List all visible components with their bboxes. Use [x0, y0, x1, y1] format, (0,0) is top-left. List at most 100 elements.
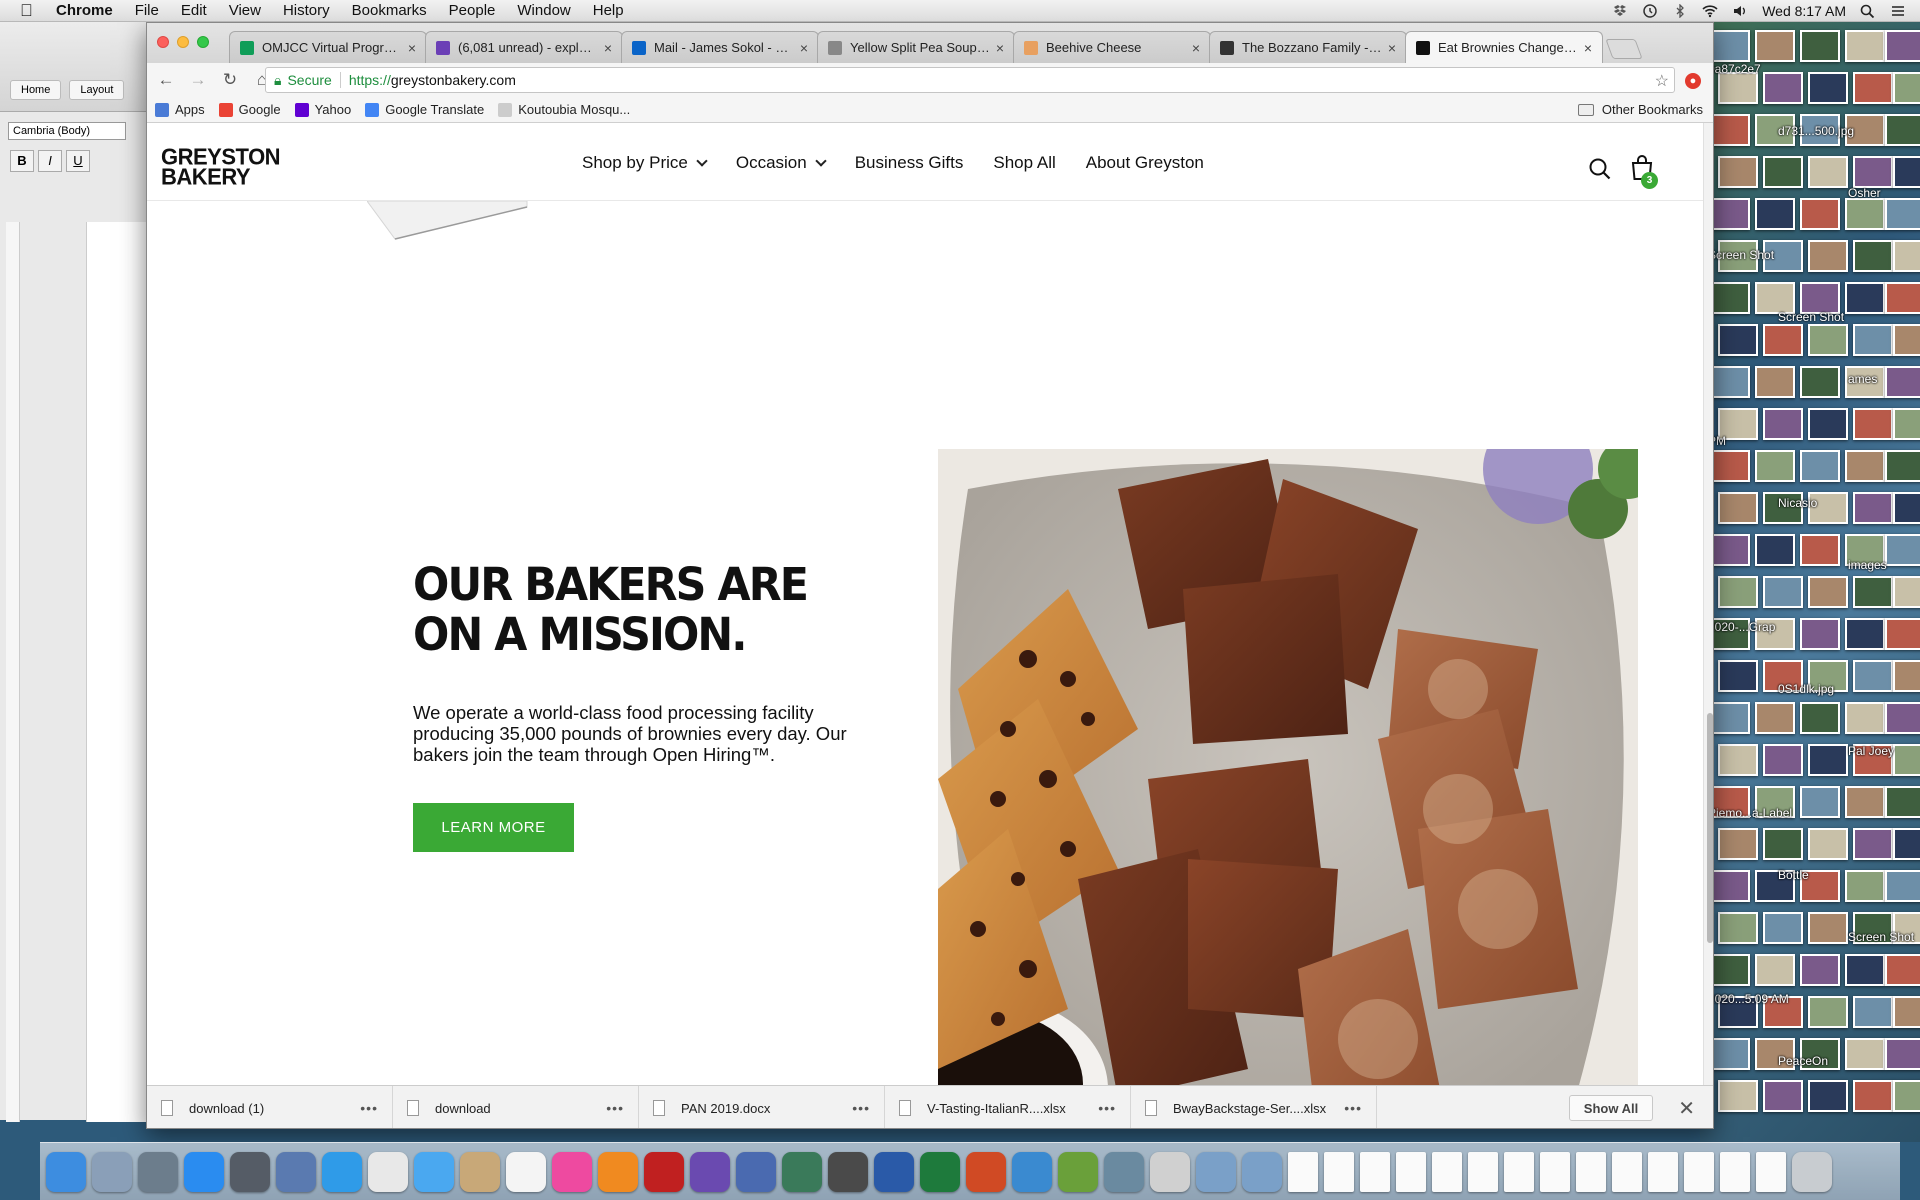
more-options-icon[interactable]: •••: [606, 1100, 624, 1116]
desktop-file-thumbnail[interactable]: [1800, 534, 1840, 566]
messages-icon[interactable]: [414, 1151, 454, 1192]
desktop-file-thumbnail[interactable]: [1710, 198, 1750, 230]
download-item[interactable]: V-Tasting-ItalianR....xlsx •••: [885, 1085, 1131, 1128]
desktop-file-thumbnail[interactable]: [1808, 996, 1848, 1028]
desktop-file-thumbnail[interactable]: [1893, 1080, 1920, 1112]
desktop-file-thumbnail[interactable]: [1755, 534, 1795, 566]
desktop-file-thumbnail[interactable]: [1718, 828, 1758, 860]
desktop-file-thumbnail[interactable]: [1885, 534, 1920, 566]
desktop-file-thumbnail[interactable]: [1893, 828, 1920, 860]
desktop-file-thumbnail[interactable]: [1808, 912, 1848, 944]
desktop-file-thumbnail[interactable]: [1718, 744, 1758, 776]
tab-close-icon[interactable]: ×: [604, 40, 612, 56]
desktop-file-thumbnail[interactable]: [1808, 240, 1848, 272]
desktop-file-thumbnail[interactable]: [1808, 72, 1848, 104]
desktop-file-thumbnail[interactable]: [1885, 1038, 1920, 1070]
preview-icon[interactable]: [276, 1151, 316, 1192]
desktop-file-thumbnail[interactable]: [1893, 324, 1920, 356]
excel-icon[interactable]: [920, 1151, 960, 1192]
menu-view[interactable]: View: [229, 2, 261, 19]
menu-window[interactable]: Window: [517, 2, 570, 19]
desktop-file-thumbnail[interactable]: [1763, 156, 1803, 188]
dock-document-icon[interactable]: [1360, 1151, 1390, 1192]
desktop-file-thumbnail[interactable]: [1845, 870, 1885, 902]
desktop-file-thumbnail[interactable]: [1885, 366, 1920, 398]
photo-booth-icon[interactable]: [644, 1151, 684, 1192]
desktop-file-thumbnail[interactable]: [1710, 1038, 1750, 1070]
desktop-file-thumbnail[interactable]: [1800, 366, 1840, 398]
launchpad-icon[interactable]: [138, 1151, 178, 1192]
desktop-file-thumbnail[interactable]: [1853, 156, 1893, 188]
desktop-file-thumbnail[interactable]: [1755, 702, 1795, 734]
menu-history[interactable]: History: [283, 2, 330, 19]
download-item[interactable]: download (1) •••: [147, 1085, 393, 1128]
teams-icon[interactable]: [1012, 1151, 1052, 1192]
desktop-file-thumbnail[interactable]: [1893, 660, 1920, 692]
browser-tab[interactable]: Yellow Split Pea Soup Recipe ×: [817, 31, 1015, 63]
desktop-file-thumbnail[interactable]: [1763, 72, 1803, 104]
desktop-file-thumbnail[interactable]: [1808, 1080, 1848, 1112]
word-document-page[interactable]: [86, 222, 150, 1122]
desktop-file-thumbnail[interactable]: [1845, 786, 1885, 818]
more-options-icon[interactable]: •••: [1098, 1100, 1116, 1116]
desktop-file-thumbnail[interactable]: [1885, 702, 1920, 734]
bookmark-item[interactable]: Yahoo: [294, 102, 351, 117]
desktop-file-thumbnail[interactable]: [1808, 408, 1848, 440]
dock-document-icon[interactable]: [1288, 1151, 1318, 1192]
forward-arrow-icon[interactable]: →: [185, 70, 211, 90]
underline-button-icon[interactable]: U: [66, 150, 90, 172]
menu-edit[interactable]: Edit: [181, 2, 207, 19]
desktop-file-thumbnail[interactable]: [1755, 954, 1795, 986]
tab-close-icon[interactable]: ×: [800, 40, 808, 56]
desktop-file-thumbnail[interactable]: [1800, 618, 1840, 650]
desktop-file-thumbnail[interactable]: [1718, 912, 1758, 944]
dock-document-icon[interactable]: [1396, 1151, 1426, 1192]
calendar-icon[interactable]: [506, 1151, 546, 1192]
utility-icon[interactable]: [1104, 1151, 1144, 1192]
desktop-file-thumbnail[interactable]: [1845, 282, 1885, 314]
dock-document-icon[interactable]: [1684, 1151, 1714, 1192]
desktop-file-thumbnail[interactable]: [1755, 198, 1795, 230]
nav-about-greyston[interactable]: About Greyston: [1086, 153, 1204, 173]
desktop-file-thumbnail[interactable]: [1885, 198, 1920, 230]
browser-tab[interactable]: Eat Brownies Change Lives ×: [1405, 31, 1603, 63]
dock-document-icon[interactable]: [1468, 1151, 1498, 1192]
desktop-file-thumbnail[interactable]: [1755, 366, 1795, 398]
bluetooth-icon[interactable]: [1672, 4, 1688, 18]
desktop-file-thumbnail[interactable]: [1845, 1038, 1885, 1070]
photo-icon[interactable]: [92, 1151, 132, 1192]
menu-app-name[interactable]: Chrome: [56, 2, 113, 19]
desktop-file-thumbnail[interactable]: [1808, 828, 1848, 860]
desktop-file-thumbnail[interactable]: [1710, 450, 1750, 482]
desktop-file-thumbnail[interactable]: [1853, 492, 1893, 524]
download-item[interactable]: PAN 2019.docx •••: [639, 1085, 885, 1128]
dock-document-icon[interactable]: [1576, 1151, 1606, 1192]
download-item[interactable]: download •••: [393, 1085, 639, 1128]
desktop-file-thumbnail[interactable]: [1893, 72, 1920, 104]
desktop-file-thumbnail[interactable]: [1893, 744, 1920, 776]
network-icon[interactable]: [1058, 1151, 1098, 1192]
nav-shop-by-price[interactable]: Shop by Price: [582, 153, 708, 173]
wifi-icon[interactable]: [1702, 4, 1718, 18]
dropbox-icon[interactable]: [1612, 4, 1628, 18]
textedit-icon[interactable]: [1150, 1151, 1190, 1192]
dock-document-icon[interactable]: [1756, 1151, 1786, 1192]
tab-close-icon[interactable]: ×: [996, 40, 1004, 56]
word-tab-layout[interactable]: Layout: [69, 80, 125, 100]
dock-document-icon[interactable]: [1648, 1151, 1678, 1192]
desktop-file-thumbnail[interactable]: [1885, 450, 1920, 482]
extension-icon[interactable]: ●: [1685, 73, 1701, 89]
more-options-icon[interactable]: •••: [852, 1100, 870, 1116]
desktop-file-thumbnail[interactable]: [1710, 870, 1750, 902]
dock-document-icon[interactable]: [1720, 1151, 1750, 1192]
desktop-file-thumbnail[interactable]: [1710, 702, 1750, 734]
desktop-file-thumbnail[interactable]: [1853, 576, 1893, 608]
system-prefs-icon[interactable]: [230, 1151, 270, 1192]
desktop-file-thumbnail[interactable]: [1718, 1080, 1758, 1112]
desktop-file-thumbnail[interactable]: [1808, 324, 1848, 356]
search-icon[interactable]: [1588, 157, 1612, 181]
bookmark-star-icon[interactable]: ☆: [1655, 71, 1669, 91]
desktop-file-thumbnail[interactable]: [1800, 450, 1840, 482]
desktop-file-thumbnail[interactable]: [1853, 1080, 1893, 1112]
greyston-logo[interactable]: GREYSTON BAKERY: [161, 145, 281, 188]
